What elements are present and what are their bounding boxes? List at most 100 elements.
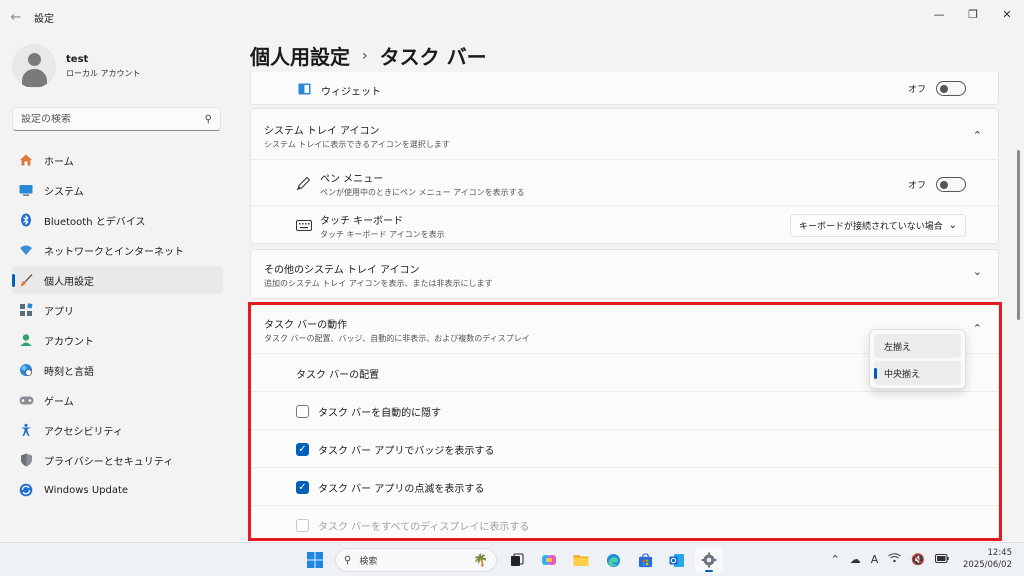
system-tray-subtitle: システム トレイに表示できるアイコンを選択します [264, 140, 450, 149]
system-tray-header[interactable]: システム トレイ アイコン システム トレイに表示できるアイコンを選択します ⌃ [251, 121, 998, 151]
taskbar-alignment-label: タスク バーの配置 [296, 369, 380, 381]
pen-menu-title: ペン メニュー [320, 174, 384, 185]
file-explorer-button[interactable] [567, 547, 595, 573]
chevron-up-icon[interactable]: ⌃ [973, 322, 982, 335]
store-button[interactable] [631, 547, 659, 573]
sidebar-item-label: アカウント [44, 336, 94, 348]
widgets-icon [298, 83, 311, 98]
breadcrumb: 個人用設定 › タスク バー [250, 41, 487, 70]
taskbar-clock[interactable]: 12:45 2025/06/02 [963, 547, 1012, 571]
outlook-icon [669, 553, 684, 567]
folder-icon [573, 555, 589, 566]
store-icon [638, 552, 652, 567]
sidebar-item-label: 時刻と言語 [44, 366, 94, 378]
sidebar-item-home[interactable]: ホーム [12, 146, 223, 174]
pen-icon [296, 176, 311, 194]
brush-icon [18, 272, 34, 288]
ime-mode-indicator[interactable]: A [871, 553, 879, 566]
system-tray-card: システム トレイ アイコン システム トレイに表示できるアイコンを選択します ⌃… [250, 108, 999, 244]
all-displays-row: タスク バーをすべてのディスプレイに表示する [251, 515, 998, 535]
widgets-toggle[interactable] [936, 81, 966, 96]
minimize-button[interactable]: — [922, 0, 956, 28]
battery-icon[interactable] [935, 553, 949, 566]
taskbar-behaviors-subtitle: タスク バーの配置、バッジ、自動的に非表示、および複数のディスプレイ [264, 334, 530, 343]
alignment-option-center[interactable]: 中央揃え [874, 361, 961, 385]
sidebar-item-personalization[interactable]: 個人用設定 [12, 266, 223, 294]
search-input[interactable] [21, 113, 205, 125]
windows-logo-icon [307, 552, 323, 568]
sidebar-item-network[interactable]: ネットワークとインターネット [12, 236, 223, 264]
other-tray-subtitle: 追加のシステム トレイ アイコンを表示、または非表示にします [264, 279, 493, 288]
sidebar-item-bluetooth[interactable]: Bluetooth とデバイス [12, 206, 223, 234]
sidebar-nav: ホーム システム Bluetooth とデバイス ネットワークとインターネット … [12, 146, 223, 506]
sidebar-item-accounts[interactable]: アカウント [12, 326, 223, 354]
scrollbar[interactable] [1017, 150, 1020, 320]
sidebar-item-time-language[interactable]: 時刻と言語 [12, 356, 223, 384]
update-icon [18, 482, 34, 498]
touch-keyboard-dropdown[interactable]: キーボードが接続されていない場合 ⌄ [790, 214, 966, 237]
alignment-option-left[interactable]: 左揃え [874, 334, 961, 358]
sidebar-item-label: アプリ [44, 306, 74, 318]
system-tray-title: システム トレイ アイコン [264, 126, 380, 137]
profile-account-type: ローカル アカウント [66, 68, 141, 78]
flashing-row[interactable]: ✓ タスク バー アプリの点滅を表示する [251, 477, 998, 497]
start-button[interactable] [301, 547, 329, 573]
breadcrumb-parent[interactable]: 個人用設定 [250, 41, 350, 70]
sidebar-item-windows-update[interactable]: Windows Update [12, 476, 223, 504]
wifi-icon[interactable] [888, 552, 902, 566]
back-arrow-icon[interactable]: ← [0, 0, 32, 34]
edge-button[interactable] [599, 547, 627, 573]
auto-hide-checkbox[interactable] [296, 404, 309, 418]
settings-search-box[interactable]: ⚲ [12, 107, 221, 131]
accessibility-icon [18, 422, 34, 438]
account-icon [18, 332, 34, 348]
badges-row[interactable]: ✓ タスク バー アプリでバッジを表示する [251, 439, 998, 459]
chevron-up-icon[interactable]: ⌃ [973, 129, 982, 142]
search-icon: ⚲ [344, 554, 352, 566]
windows-taskbar: ⚲ 検索 🌴 ⌃ ☁ A 🔇 12:45 2025/06/02 [0, 542, 1024, 576]
page-title: タスク バー [379, 45, 487, 69]
avatar [12, 44, 56, 88]
sidebar-item-label: ホーム [44, 156, 74, 168]
palm-tree-icon: 🌴 [473, 553, 488, 567]
window-title: 設定 [34, 13, 54, 25]
home-icon [18, 152, 34, 168]
sidebar-item-privacy[interactable]: プライバシーとセキュリティ [12, 446, 223, 474]
taskbar-search-box[interactable]: ⚲ 検索 🌴 [335, 548, 497, 572]
other-tray-card[interactable]: その他のシステム トレイ アイコン 追加のシステム トレイ アイコンを表示、また… [250, 249, 999, 299]
sidebar-item-system[interactable]: システム [12, 176, 223, 204]
keyboard-icon [296, 220, 312, 234]
chevron-down-icon[interactable]: ⌄ [973, 265, 982, 278]
badges-checkbox[interactable]: ✓ [296, 442, 309, 456]
auto-hide-row[interactable]: タスク バーを自動的に隠す [251, 401, 998, 421]
close-button[interactable]: ✕ [990, 0, 1024, 28]
sidebar-item-gaming[interactable]: ゲーム [12, 386, 223, 414]
network-icon [18, 242, 34, 258]
copilot-icon [542, 555, 556, 565]
apps-icon [18, 302, 34, 318]
profile-name: test [66, 53, 89, 65]
outlook-button[interactable] [663, 547, 691, 573]
sidebar-item-apps[interactable]: アプリ [12, 296, 223, 324]
volume-muted-icon[interactable]: 🔇 [911, 553, 925, 566]
shield-icon [18, 452, 34, 468]
system-tray: ⌃ ☁ A 🔇 12:45 2025/06/02 [821, 547, 1012, 571]
clock-time: 12:45 [987, 548, 1013, 558]
user-profile[interactable]: test ローカル アカウント [12, 44, 141, 88]
pen-menu-toggle[interactable] [936, 177, 966, 192]
touch-keyboard-title: タッチ キーボード [320, 216, 404, 227]
pen-menu-row: ペン メニュー ペンが使用中のときにペン メニュー アイコンを表示する オフ [251, 169, 998, 199]
sidebar-item-accessibility[interactable]: アクセシビリティ [12, 416, 223, 444]
all-displays-checkbox [296, 518, 309, 532]
sidebar: test ローカル アカウント ⚲ ホーム システム Bluetooth とデバ… [0, 34, 235, 542]
title-bar: ← 設定 — ❐ ✕ [0, 0, 1024, 34]
chevron-up-icon[interactable]: ⌃ [831, 553, 840, 566]
task-view-button[interactable] [503, 547, 531, 573]
copilot-button[interactable] [535, 547, 563, 573]
network-status-icon[interactable]: ☁ [850, 553, 861, 566]
settings-app-button[interactable] [695, 547, 723, 573]
pen-menu-toggle-state: オフ [907, 181, 926, 191]
touch-keyboard-row: タッチ キーボード タッチ キーボード アイコンを表示 キーボードが接続されてい… [251, 211, 998, 241]
flashing-checkbox[interactable]: ✓ [296, 480, 309, 494]
restore-button[interactable]: ❐ [956, 0, 990, 28]
